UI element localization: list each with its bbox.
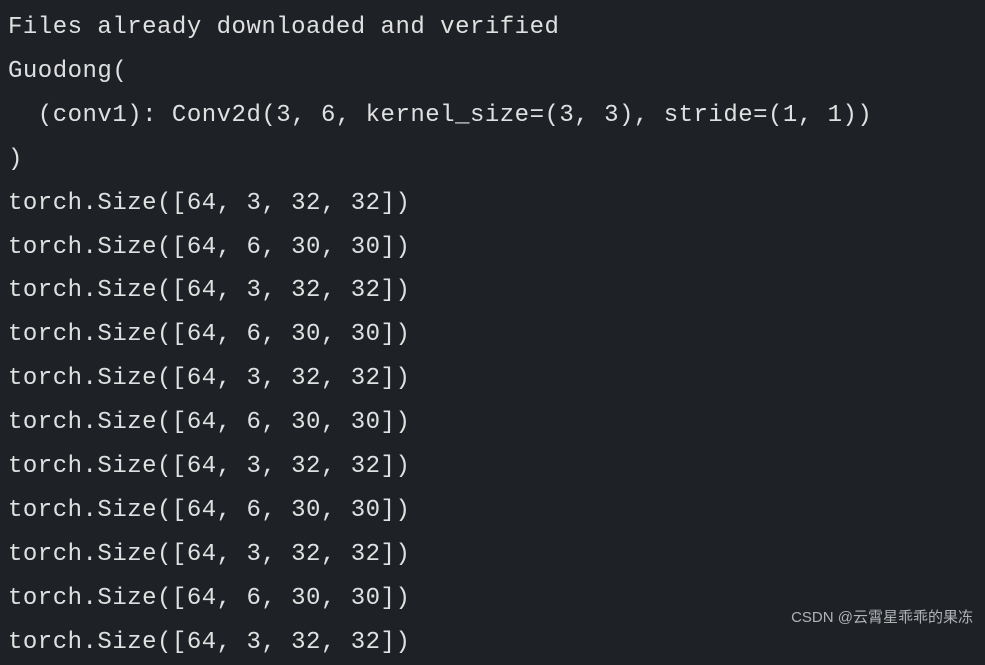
output-line: Guodong( [8, 50, 977, 94]
output-line: torch.Size([64, 3, 32, 32]) [8, 533, 977, 577]
output-line: ) [8, 138, 977, 182]
terminal-output: Files already downloaded and verified Gu… [8, 6, 977, 665]
watermark-text: CSDN @云霄星乖乖的果冻 [791, 604, 973, 631]
output-line: torch.Size([64, 6, 30, 30]) [8, 226, 977, 270]
output-line: torch.Size([64, 3, 32, 32]) [8, 445, 977, 489]
output-line: torch.Size([64, 6, 30, 30]) [8, 401, 977, 445]
output-line: (conv1): Conv2d(3, 6, kernel_size=(3, 3)… [8, 94, 977, 138]
output-line: torch.Size([64, 6, 30, 30]) [8, 313, 977, 357]
output-line: Files already downloaded and verified [8, 6, 977, 50]
output-line: torch.Size([64, 3, 32, 32]) [8, 182, 977, 226]
output-line: torch.Size([64, 6, 30, 30]) [8, 489, 977, 533]
output-line: torch.Size([64, 3, 32, 32]) [8, 269, 977, 313]
output-line: torch.Size([64, 3, 32, 32]) [8, 357, 977, 401]
